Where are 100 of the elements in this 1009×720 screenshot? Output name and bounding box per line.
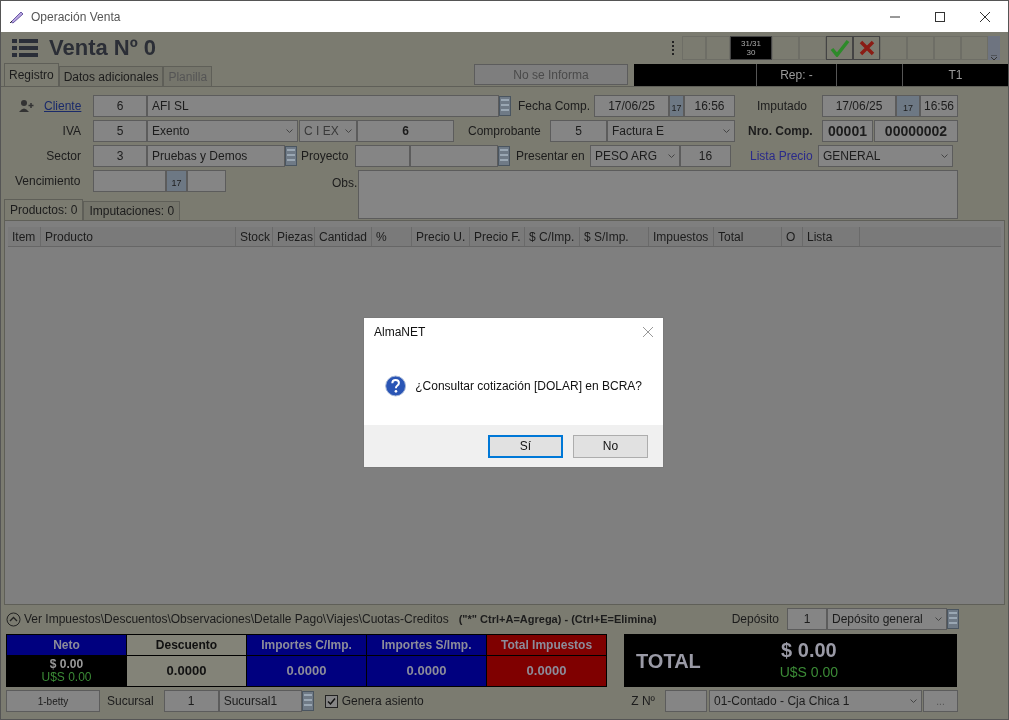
point-of-sale-field[interactable]: 00001: [822, 120, 873, 142]
list-icon[interactable]: [947, 609, 959, 629]
column-header[interactable]: Item: [8, 227, 41, 246]
more-button[interactable]: ...: [923, 690, 958, 712]
sector-name-field[interactable]: Pruebas y Demos: [147, 145, 285, 167]
column-header[interactable]: %: [372, 227, 412, 246]
project-code-field[interactable]: [355, 145, 410, 167]
check-icon: [829, 38, 850, 57]
dropdown[interactable]: PESO ARG: [590, 145, 680, 167]
toolbar-slot[interactable]: [961, 35, 988, 60]
field-label: Nro. Comp.: [748, 123, 814, 140]
code-field[interactable]: 1: [787, 608, 827, 630]
total-header: Importes S/Imp.: [367, 635, 486, 655]
field-label: Sector: [45, 148, 81, 165]
field-label: Sucursal: [107, 693, 154, 710]
dropdown[interactable]: 01-Contado - Cja Chica 1: [709, 690, 922, 712]
document-title: Venta Nº 0: [49, 34, 157, 62]
toolbar-slot[interactable]: [772, 35, 799, 60]
drag-handle[interactable]: [672, 40, 674, 55]
number-field[interactable]: 6: [357, 120, 454, 142]
add-user-icon[interactable]: [19, 100, 34, 112]
column-header[interactable]: Precio F.: [470, 227, 525, 246]
toolbar-slot[interactable]: [706, 35, 730, 60]
column-header[interactable]: $ C/Imp.: [525, 227, 580, 246]
total-amount: $ 0.00: [781, 638, 837, 661]
chevron-down-icon: [668, 154, 675, 158]
toolbar-slot[interactable]: [880, 35, 907, 60]
dialog-button[interactable]: Sí: [488, 434, 563, 458]
observations-field[interactable]: [358, 170, 958, 219]
price-list-link[interactable]: Lista Precio: [750, 147, 818, 165]
user-button[interactable]: 1-betty: [6, 690, 100, 712]
dropdown[interactable]: Exento: [147, 120, 298, 142]
project-name-field[interactable]: [410, 145, 498, 167]
dropdown[interactable]: Factura E: [607, 120, 735, 142]
column-header[interactable]: Stock: [236, 227, 273, 246]
dialog-title: AlmaNET: [374, 324, 426, 341]
column-header[interactable]: Lista: [803, 227, 860, 246]
code-field[interactable]: 5: [93, 120, 147, 142]
shortcut-hint: ("*" Ctrl+A=Agrega) - (Ctrl+E=Elimina): [458, 611, 657, 627]
calendar-button[interactable]: 17: [669, 95, 684, 117]
confirm-button[interactable]: [826, 35, 853, 60]
client-name-field[interactable]: AFI SL: [147, 95, 499, 117]
total-dollar-amount: U$S 0.00: [779, 662, 839, 682]
column-header[interactable]: Precio U.: [412, 227, 470, 246]
list-icon[interactable]: [498, 146, 510, 166]
tab[interactable]: Registro: [4, 63, 59, 86]
expander-link[interactable]: Ver Impuestos\Descuentos\Observaciones\Detalle Pago\Viajes\Cuotas-Creditos: [24, 610, 449, 628]
z-number-field[interactable]: [665, 690, 707, 712]
chevron-down-icon: [723, 129, 730, 133]
accounting-checkbox[interactable]: Genera asiento: [324, 692, 424, 710]
column-header[interactable]: Producto: [41, 227, 236, 246]
close-icon[interactable]: [980, 11, 990, 22]
chevron-down-icon: [910, 699, 917, 703]
total-value: 0.0000: [127, 656, 246, 686]
chevron-down-icon: [941, 154, 948, 158]
list-icon[interactable]: [301, 691, 314, 711]
amount-text: $ 0.00: [49, 658, 84, 671]
maximize-icon[interactable]: [935, 11, 945, 22]
tab[interactable]: Imputaciones: 0: [83, 201, 181, 220]
calendar-button[interactable]: 17: [166, 170, 187, 192]
toolbar-slot[interactable]: [799, 35, 826, 60]
column-header[interactable]: $ S/Imp.: [580, 227, 649, 246]
dropdown[interactable]: GENERAL: [818, 145, 953, 167]
column-header[interactable]: Total: [714, 227, 782, 246]
tab[interactable]: Productos: 0: [4, 199, 84, 220]
code-field[interactable]: 6: [93, 95, 147, 117]
list-icon[interactable]: [499, 96, 511, 116]
list-icon[interactable]: [285, 146, 297, 166]
number-field[interactable]: 16: [680, 145, 731, 167]
dropdown[interactable]: Depósito general: [827, 608, 947, 630]
pen-icon: [9, 9, 25, 24]
code-field[interactable]: 3: [93, 145, 147, 167]
expand-icon[interactable]: [6, 611, 21, 627]
date-field[interactable]: 17/06/25: [822, 95, 896, 117]
date-field[interactable]: 17/06/25: [594, 95, 669, 117]
dropdown[interactable]: C I EX: [299, 120, 357, 142]
total-header: Neto: [7, 635, 126, 655]
column-header[interactable]: O: [782, 227, 803, 246]
field-label: Depósito: [731, 611, 779, 628]
checkbox[interactable]: [324, 694, 338, 708]
date-field[interactable]: [93, 170, 166, 192]
code-field[interactable]: 1: [163, 690, 219, 712]
dialog-button[interactable]: No: [573, 434, 648, 458]
field-label: Comprobante: [468, 123, 542, 140]
client-link[interactable]: Cliente: [44, 97, 93, 115]
cancel-button[interactable]: [853, 35, 880, 60]
branch-name-field[interactable]: Sucursal1: [218, 690, 302, 712]
column-header[interactable]: Impuestos: [649, 227, 714, 246]
time-field[interactable]: 16:56: [920, 95, 958, 117]
invoice-number-field[interactable]: 00000002: [874, 120, 958, 142]
column-header[interactable]: Cantidad: [315, 227, 372, 246]
column-header[interactable]: Piezas: [273, 227, 315, 246]
overflow-button[interactable]: [988, 35, 1000, 60]
tab[interactable]: Datos adicionales: [58, 66, 164, 86]
total-value: 0.0000: [487, 656, 606, 686]
code-field[interactable]: 5: [550, 120, 607, 142]
calendar-button[interactable]: 17: [896, 95, 920, 117]
menu-icon[interactable]: [12, 37, 38, 58]
time-field[interactable]: [187, 170, 226, 192]
time-field[interactable]: 16:56: [684, 95, 735, 117]
